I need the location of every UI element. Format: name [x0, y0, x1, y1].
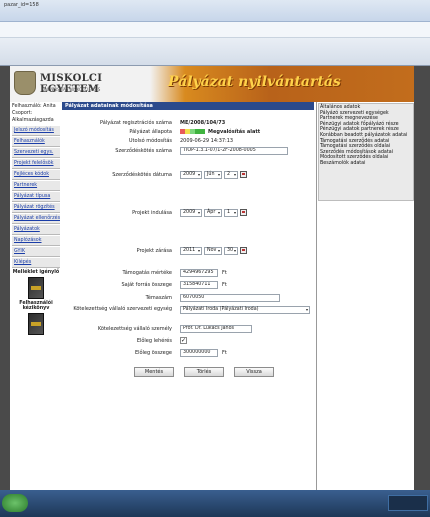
- support-currency: Ft: [222, 270, 227, 276]
- sidebar-item-tender-entry[interactable]: Pályázat rögzítés: [12, 203, 60, 213]
- advance-request-checkbox[interactable]: ✓: [180, 337, 187, 344]
- project-start-month-select[interactable]: Ápr ▾: [204, 209, 222, 217]
- contract-date-calendar-icon[interactable]: [240, 171, 247, 178]
- user-manual-box[interactable]: Felhasználói kézikönyv: [12, 301, 60, 335]
- group-value: Alkalmazásgazda: [12, 118, 54, 123]
- sidebar-item-project-managers[interactable]: Projekt felelősök: [12, 159, 60, 169]
- main-form-panel: Pályázat adatainak módosítása Pályázat r…: [62, 102, 314, 490]
- section-panel: Általános adatok Pályázó szervezeti egysé…: [316, 102, 414, 490]
- sidebar-item-partners[interactable]: Partnerek: [12, 181, 60, 191]
- state-color-bar: [180, 129, 205, 134]
- project-start-year-select[interactable]: 2009 ▾: [180, 209, 202, 217]
- reg-number-value: ME/2008/104/73: [180, 120, 226, 126]
- user-manual-label: Felhasználói kézikönyv: [19, 301, 53, 311]
- advance-request-label: Előleg lehérés: [136, 338, 172, 344]
- person-input[interactable]: Prof. Dr. Lukács János: [180, 325, 252, 333]
- sidebar-item-tenders[interactable]: Pályázatok: [12, 225, 60, 235]
- own-funds-currency: Ft: [222, 282, 227, 288]
- topic-label: Témaszám: [145, 295, 172, 301]
- project-end-calendar-icon[interactable]: [240, 247, 247, 254]
- user-info: Felhasználó: Anita Csoport: Alkalmazásga…: [10, 102, 62, 125]
- last-modified-value: 2009-06-29 14:37:13: [180, 138, 234, 144]
- advance-amount-label: Előleg összege: [134, 350, 172, 356]
- reg-number-label: Pályázat regisztrációs száma: [99, 120, 172, 126]
- sidebar-item-logout[interactable]: Kilépés: [12, 258, 60, 268]
- support-label: Támogatás mértéke: [122, 270, 172, 276]
- save-button[interactable]: Mentés: [134, 367, 174, 377]
- state-color-segment: [200, 129, 205, 134]
- browser-title: pazar_id=158: [4, 2, 39, 8]
- contract-number-input[interactable]: TIOP-1.3.1-07/1-2F-2008-0005: [180, 147, 288, 155]
- project-end-year-select[interactable]: 2011 ▾: [180, 247, 202, 255]
- book-icon: [28, 277, 44, 299]
- header-banner: MISKOLCI EGYETEM UNIVERSITAS MISKOLCIENS…: [10, 66, 414, 102]
- project-end-label: Projekt zárása: [136, 248, 172, 254]
- page-content: MISKOLCI EGYETEM UNIVERSITAS MISKOLCIENS…: [10, 66, 414, 490]
- topic-input[interactable]: 6070050: [180, 294, 280, 302]
- left-sidebar: Felhasználó: Anita Csoport: Alkalmazásga…: [10, 102, 62, 490]
- user-label: Felhasználó: Anita: [12, 104, 56, 109]
- advance-amount-currency: Ft: [222, 350, 227, 356]
- university-logo: MISKOLCI EGYETEM UNIVERSITAS MISKOLCIENS…: [14, 69, 144, 99]
- address-bar[interactable]: [0, 22, 430, 38]
- page-viewport: MISKOLCI EGYETEM UNIVERSITAS MISKOLCIENS…: [0, 66, 430, 490]
- sidebar-item-faq[interactable]: GYIK: [12, 247, 60, 257]
- contract-date-month-select[interactable]: Jún ▾: [204, 171, 222, 179]
- sidebar-item-tender-type[interactable]: Pályázat típusa: [12, 192, 60, 202]
- manual-book-icon: [28, 313, 44, 335]
- section-list: Általános adatok Pályázó szervezeti egysé…: [318, 103, 414, 201]
- own-funds-label: Saját forrás összege: [121, 282, 172, 288]
- state-label: Pályázat állapota: [129, 129, 172, 135]
- contract-date-year-select[interactable]: 2009 ▾: [180, 171, 202, 179]
- contract-date-label: Szerződéskötés dátuma: [112, 172, 172, 178]
- group-label: Csoport:: [12, 111, 33, 116]
- os-taskbar: [0, 490, 430, 517]
- sidebar-item-org-units[interactable]: Szervezeti egys.: [12, 148, 60, 158]
- sidebar-item-header-codes[interactable]: Fejléces kódok: [12, 170, 60, 180]
- attachment-request-box[interactable]: Melléklet igénylő: [12, 270, 60, 299]
- section-list-item[interactable]: Korábban beadott pályázatok adatai: [320, 133, 412, 139]
- org-unit-label: Kötelezettség vállaló szervezeti egység: [73, 306, 172, 312]
- browser-titlebar: pazar_id=158: [0, 0, 430, 22]
- contract-number-label: Szerződéskötés száma: [115, 148, 172, 154]
- project-end-month-select[interactable]: Nov ▾: [204, 247, 222, 255]
- sidebar-item-logs[interactable]: Naplózások: [12, 236, 60, 246]
- state-value: Megvalósítás alatt: [208, 129, 261, 135]
- org-unit-select[interactable]: Pályázati Iroda (Pályázati Iroda) ▾: [180, 306, 310, 314]
- crest-icon: [14, 71, 36, 95]
- project-start-day-select[interactable]: 1 ▾: [224, 209, 238, 217]
- attachment-request-label: Melléklet igénylő: [12, 270, 60, 275]
- form-header: Pályázat adatainak módosítása: [62, 102, 314, 110]
- sidebar-item-tender-check[interactable]: Pályázat ellenőrzés: [12, 214, 60, 224]
- back-button[interactable]: Vissza: [234, 367, 274, 377]
- advance-amount-input[interactable]: 300000000: [180, 349, 218, 357]
- sidebar-item-password[interactable]: Jelszó módosítás: [12, 126, 60, 136]
- project-end-day-select[interactable]: 30 ▾: [224, 247, 238, 255]
- project-start-label: Projekt indulása: [132, 210, 172, 216]
- university-subtitle: UNIVERSITAS MISKOLCIENSIS: [42, 87, 101, 92]
- person-label: Kötelezettség vállaló személy: [97, 326, 172, 332]
- sidebar-item-users[interactable]: Felhasználók: [12, 137, 60, 147]
- system-tray: [388, 495, 428, 511]
- last-modified-label: Utolsó módosítás: [128, 138, 172, 144]
- app-title: Pályázat nyilvántartás: [168, 74, 341, 90]
- support-input[interactable]: 4294967295: [180, 269, 218, 277]
- own-funds-input[interactable]: 315840711: [180, 281, 218, 289]
- project-start-calendar-icon[interactable]: [240, 209, 247, 216]
- contract-date-day-select[interactable]: 2 ▾: [224, 171, 238, 179]
- section-list-item[interactable]: Beszámolók adatai: [320, 161, 412, 167]
- delete-button[interactable]: Törlés: [184, 367, 224, 377]
- browser-toolbar: [0, 38, 430, 66]
- start-button[interactable]: [2, 494, 28, 512]
